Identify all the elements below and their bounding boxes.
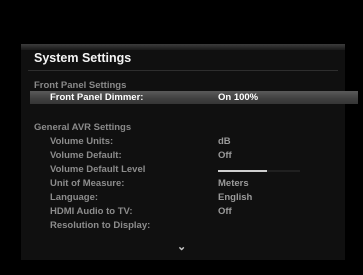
title-divider (28, 70, 338, 71)
section-front-panel-settings: Front Panel Settings (34, 80, 127, 91)
volume-default-value: Off (218, 150, 232, 161)
menu-row-volume-default[interactable]: Volume Default: Off (0, 149, 363, 162)
menu-row-volume-default-level[interactable]: Volume Default Level (0, 163, 363, 176)
front-panel-dimmer-value: On 100% (218, 92, 259, 103)
menu-row-volume-units[interactable]: Volume Units: dB (0, 135, 363, 148)
menu-row-front-panel-dimmer[interactable]: Front Panel Dimmer: On 100% (30, 91, 358, 104)
language-value: English (218, 192, 253, 203)
section-general-avr-settings: General AVR Settings (34, 122, 132, 133)
scroll-down-chevron-icon[interactable]: ⌄ (177, 240, 186, 253)
language-label: Language: (50, 192, 99, 203)
unit-of-measure-value: Meters (218, 178, 249, 189)
hdmi-audio-to-tv-value: Off (218, 206, 232, 217)
menu-row-unit-of-measure[interactable]: Unit of Measure: Meters (0, 177, 363, 190)
volume-default-level-label: Volume Default Level (50, 164, 146, 175)
resolution-to-display-label: Resolution to Display: (50, 220, 151, 231)
volume-default-level-slider[interactable] (218, 170, 300, 172)
page-title: System Settings (34, 51, 132, 65)
volume-default-label: Volume Default: (50, 150, 122, 161)
menu-row-resolution-to-display[interactable]: Resolution to Display: (0, 219, 363, 232)
front-panel-dimmer-label: Front Panel Dimmer: (50, 92, 144, 103)
volume-default-level-fill (218, 170, 268, 172)
menu-row-hdmi-audio-to-tv[interactable]: HDMI Audio to TV: Off (0, 205, 363, 218)
volume-units-label: Volume Units: (50, 136, 114, 147)
unit-of-measure-label: Unit of Measure: (50, 178, 125, 189)
volume-units-value: dB (218, 136, 231, 147)
hdmi-audio-to-tv-label: HDMI Audio to TV: (50, 206, 133, 217)
menu-row-language[interactable]: Language: English (0, 191, 363, 204)
